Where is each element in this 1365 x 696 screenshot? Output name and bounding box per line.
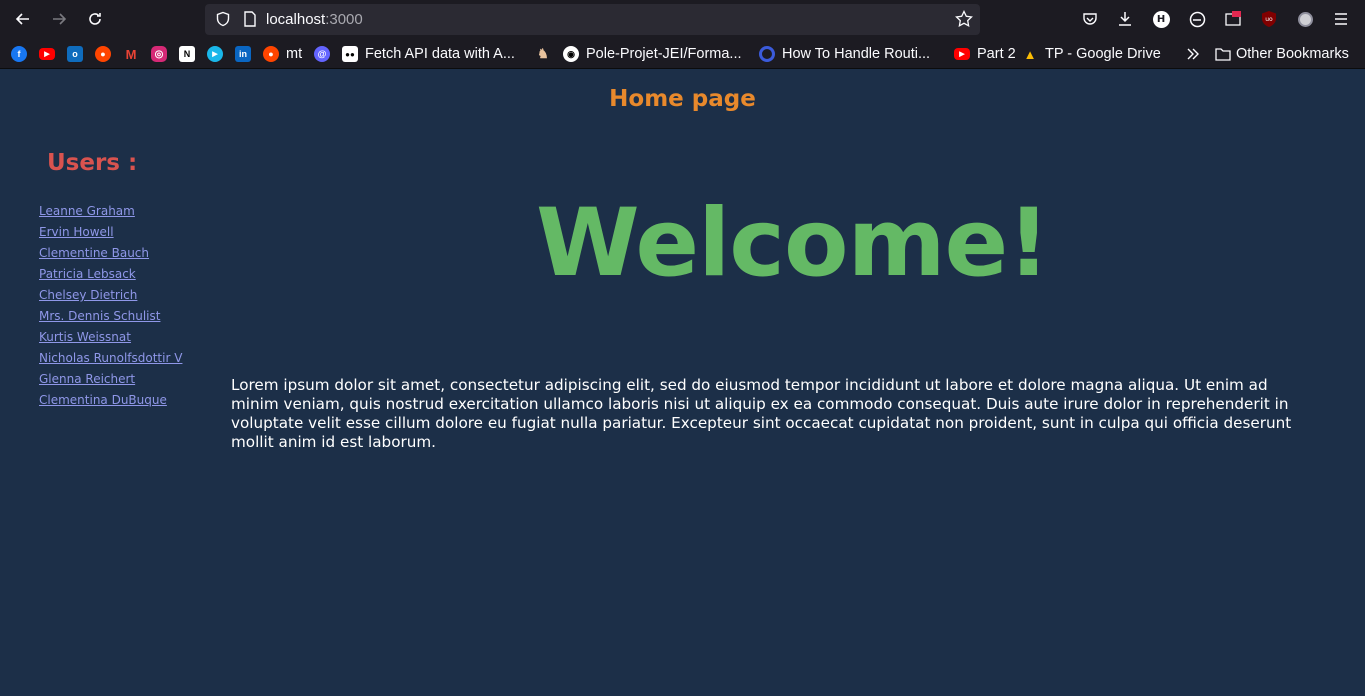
bookmark-label: Pole-Projet-JEI/Forma... — [586, 46, 742, 62]
bookmark-star-icon[interactable] — [954, 9, 974, 29]
extension-circle-icon[interactable] — [1295, 9, 1315, 29]
youtube-icon: ▶ — [954, 48, 970, 60]
lorem-paragraph: Lorem ipsum dolor sit amet, consectetur … — [231, 376, 1292, 451]
pocket-icon[interactable] — [1080, 9, 1100, 29]
url-text: localhost:3000 — [266, 11, 363, 28]
user-link[interactable]: Clementina DuBuque — [39, 393, 167, 407]
bookmark-play[interactable]: ▶ — [207, 44, 223, 64]
youtube-icon: ▶ — [39, 48, 55, 60]
github-icon: ◉ — [563, 46, 579, 62]
bookmark-instagram[interactable]: ◎ — [151, 44, 167, 64]
other-bookmarks[interactable]: Other Bookmarks — [1215, 44, 1349, 64]
instagram-icon: ◎ — [151, 46, 167, 62]
bookmarks-overflow-chevron[interactable] — [1185, 44, 1201, 64]
download-icon[interactable] — [1115, 9, 1135, 29]
list-item: Leanne Graham — [39, 200, 182, 221]
user-link[interactable]: Chelsey Dietrich — [39, 288, 137, 302]
bookmarks-bar: f ▶ o ● M ◎ N ▶ in ● mt @ ●● Fetch API dat… — [0, 39, 1365, 69]
ublock-icon[interactable]: uo — [1259, 9, 1279, 29]
bookmark-llama[interactable]: ♞ — [535, 44, 551, 64]
bookmark-outlook[interactable]: o — [67, 44, 83, 64]
page-icon[interactable] — [240, 9, 260, 29]
double-chevron-icon — [1187, 48, 1199, 60]
bookmark-routing[interactable]: How To Handle Routi... — [759, 44, 930, 64]
bookmark-label: TP - Google Drive — [1045, 46, 1161, 62]
user-link[interactable]: Patricia Lebsack — [39, 267, 136, 281]
user-link[interactable]: Leanne Graham — [39, 204, 135, 218]
notion-icon: N — [179, 46, 195, 62]
list-item: Clementine Bauch — [39, 242, 182, 263]
address-bar[interactable]: localhost:3000 — [205, 4, 980, 35]
bookmark-mt[interactable]: ● mt — [263, 44, 302, 64]
reload-icon[interactable] — [82, 6, 108, 32]
bookmark-reddit[interactable]: ● — [95, 44, 111, 64]
bookmark-mastodon[interactable]: @ — [314, 44, 330, 64]
list-item: Glenna Reichert — [39, 368, 182, 389]
page-title: Home page — [609, 86, 756, 112]
bookmark-youtube[interactable]: ▶ — [39, 44, 55, 64]
reddit-icon: ● — [95, 46, 111, 62]
list-item: Clementina DuBuque — [39, 389, 182, 410]
users-heading: Users : — [47, 150, 138, 176]
forward-arrow-icon[interactable] — [46, 6, 72, 32]
list-item: Patricia Lebsack — [39, 263, 182, 284]
bookmark-label: Fetch API data with A... — [365, 46, 515, 62]
bookmark-facebook[interactable]: f — [11, 44, 27, 64]
facebook-icon: f — [11, 46, 27, 62]
back-arrow-icon[interactable] — [10, 6, 36, 32]
bookmark-label: How To Handle Routi... — [782, 46, 931, 62]
bookmark-notion[interactable]: N — [179, 44, 195, 64]
user-link[interactable]: Nicholas Runolfsdottir V — [39, 351, 182, 365]
bookmark-fetch-api[interactable]: ●● Fetch API data with A... — [342, 44, 515, 64]
llama-icon: ♞ — [537, 46, 549, 61]
bookmark-pole-projet[interactable]: ◉ Pole-Projet-JEI/Forma... — [563, 44, 742, 64]
user-link[interactable]: Mrs. Dennis Schulist — [39, 309, 160, 323]
play-icon: ▶ — [207, 46, 223, 62]
bookmark-gmail[interactable]: M — [123, 44, 139, 64]
user-link[interactable]: Kurtis Weissnat — [39, 330, 131, 344]
extension-h-icon[interactable]: H — [1151, 9, 1171, 29]
gmail-icon: M — [125, 46, 137, 62]
other-bookmarks-label: Other Bookmarks — [1236, 46, 1349, 62]
shield-icon[interactable] — [213, 9, 233, 29]
user-link[interactable]: Ervin Howell — [39, 225, 114, 239]
list-item: Ervin Howell — [39, 221, 182, 242]
loader-icon — [759, 46, 775, 62]
reddit-icon: ● — [263, 46, 279, 62]
bookmark-part-2[interactable]: ▶ Part 2 — [954, 44, 1016, 64]
mastodon-icon: @ — [314, 46, 330, 62]
user-link[interactable]: Clementine Bauch — [39, 246, 149, 260]
welcome-heading: Welcome! — [536, 189, 1050, 298]
linkedin-icon: in — [235, 46, 251, 62]
medium-icon: ●● — [342, 46, 358, 62]
list-item: Chelsey Dietrich — [39, 284, 182, 305]
list-item: Mrs. Dennis Schulist — [39, 305, 182, 326]
outlook-icon: o — [67, 46, 83, 62]
svg-text:uo: uo — [1265, 16, 1273, 23]
bookmark-linkedin[interactable]: in — [235, 44, 251, 64]
bookmark-label: mt — [286, 46, 303, 62]
menu-icon[interactable] — [1331, 9, 1351, 29]
google-drive-icon: ▲ — [1023, 46, 1037, 62]
user-list: Leanne Graham Ervin Howell Clementine Ba… — [39, 200, 182, 410]
bookmark-google-drive[interactable]: ▲ TP - Google Drive — [1022, 44, 1161, 64]
list-item: Nicholas Runolfsdottir V — [39, 347, 182, 368]
browser-toolbar: localhost:3000 H uo — [0, 0, 1365, 39]
folder-icon — [1215, 48, 1231, 61]
page-content: Home page Users : Leanne Graham Ervin Ho… — [0, 70, 1365, 696]
user-link[interactable]: Glenna Reichert — [39, 372, 135, 386]
extension-edge-icon[interactable] — [1187, 9, 1207, 29]
extension-notification-icon[interactable] — [1223, 9, 1243, 29]
list-item: Kurtis Weissnat — [39, 326, 182, 347]
bookmark-label: Part 2 — [977, 46, 1016, 62]
